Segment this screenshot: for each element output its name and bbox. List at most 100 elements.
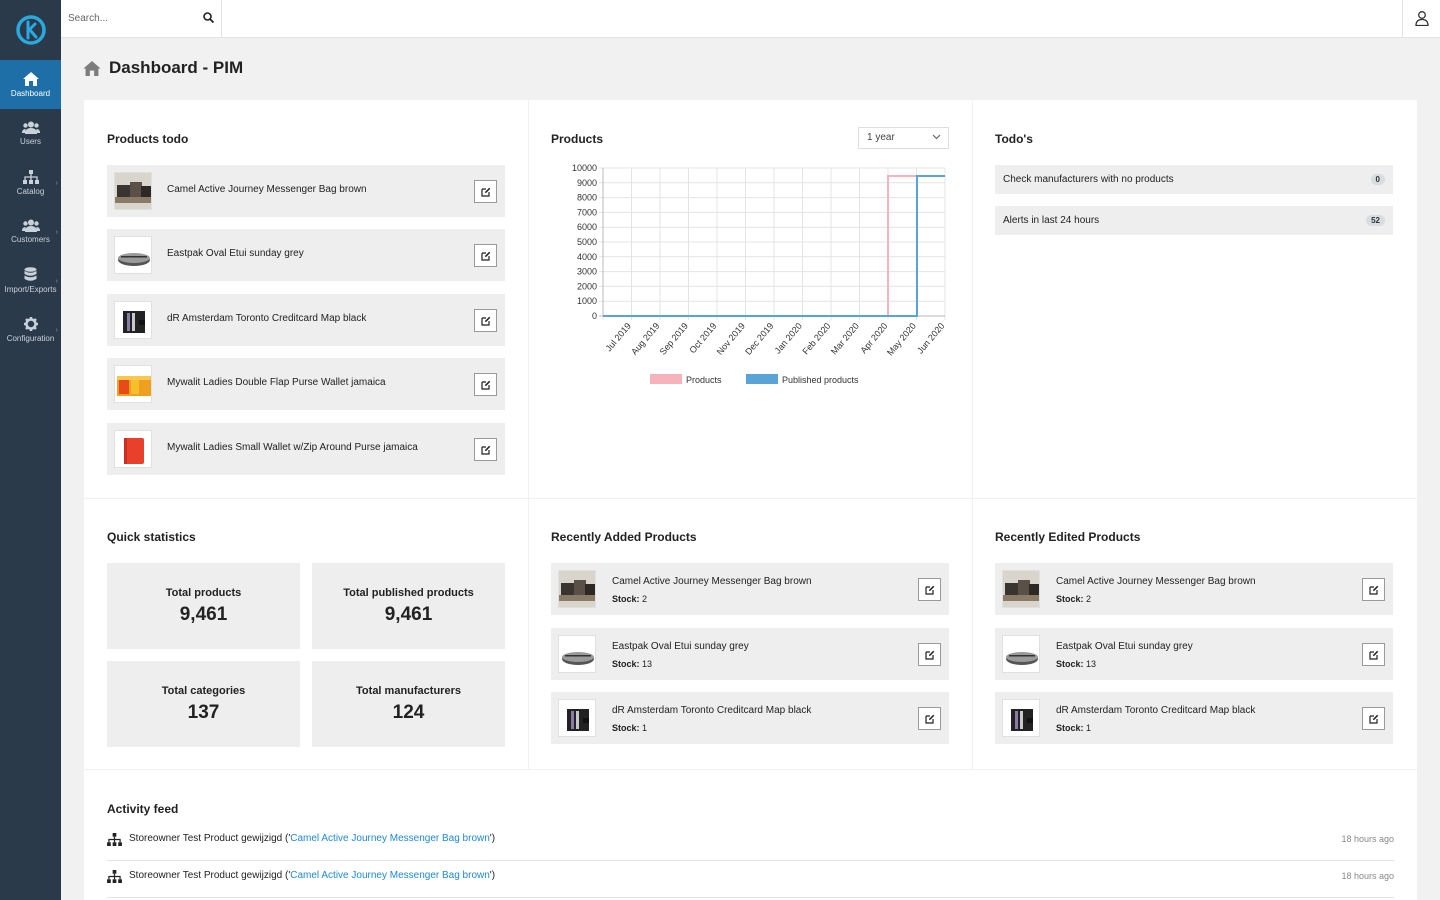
- chevron-right-icon: ›: [55, 229, 58, 236]
- activity-feed-title: Activity feed: [107, 802, 179, 816]
- x-tick-label: Sep 2019: [658, 321, 690, 357]
- stat-total-categories: Total categories 137: [107, 661, 300, 747]
- user-menu-button[interactable]: [1402, 0, 1440, 37]
- panel-title: Products todo: [107, 132, 189, 146]
- sidebar-item-import-exports[interactable]: Import/Exports ›: [0, 256, 61, 305]
- pencil-case-image: [115, 237, 151, 273]
- edit-button[interactable]: [474, 309, 497, 332]
- edit-button[interactable]: [474, 373, 497, 396]
- sidebar-item-users[interactable]: Users: [0, 109, 61, 158]
- stock-info: Stock: 1: [1056, 723, 1091, 733]
- stat-total-products: Total products 9,461: [107, 563, 300, 649]
- stock-label: Stock:: [1056, 594, 1084, 604]
- product-thumbnail: [1002, 699, 1040, 737]
- sidebar-item-label: Configuration: [6, 333, 55, 343]
- legend-label: Published products: [782, 375, 859, 385]
- sidebar-item-catalog[interactable]: Catalog ›: [0, 158, 61, 207]
- products-chart: 0 1000 2000 3000 4000 5000 6000 7000 8000 9000 100…: [572, 163, 947, 385]
- x-tick-label: Mar 2020: [829, 321, 861, 357]
- topbar: [61, 0, 1440, 38]
- y-tick-label: 6000: [577, 222, 597, 232]
- list-item: Mywalit Ladies Small Wallet w/Zip Around…: [107, 423, 505, 475]
- edit-icon: [924, 585, 934, 595]
- activity-row: Storeowner Test Product gewijzigd ('Came…: [107, 862, 1394, 898]
- list-item: Eastpak Oval Etui sunday grey Stock: 13: [551, 628, 949, 680]
- wallet-image: [559, 700, 595, 736]
- activity-row: Storeowner Test Product gewijzigd ('Came…: [107, 825, 1394, 861]
- y-tick-label: 7000: [577, 207, 597, 217]
- product-thumbnail: [558, 635, 596, 673]
- stock-label: Stock:: [1056, 723, 1084, 733]
- product-link[interactable]: Camel Active Journey Messenger Bag brown: [290, 870, 490, 881]
- page-title: Dashboard - PIM: [83, 58, 243, 78]
- stock-label: Stock:: [1056, 659, 1084, 669]
- edit-button[interactable]: [1362, 643, 1385, 666]
- edit-button[interactable]: [1362, 707, 1385, 730]
- edit-icon: [924, 650, 934, 660]
- edit-button[interactable]: [918, 643, 941, 666]
- list-item: dR Amsterdam Toronto Creditcard Map blac…: [995, 692, 1393, 744]
- product-name: dR Amsterdam Toronto Creditcard Map blac…: [167, 313, 367, 324]
- edit-button[interactable]: [918, 578, 941, 601]
- y-tick-label: 9000: [577, 178, 597, 188]
- edit-button[interactable]: [474, 244, 497, 267]
- x-tick-label: Dec 2019: [743, 321, 775, 357]
- y-tick-label: 4000: [577, 252, 597, 262]
- range-select[interactable]: 1 year: [858, 127, 949, 149]
- list-item: Eastpak Oval Etui sunday grey Stock: 13: [995, 628, 1393, 680]
- sidebar-item-customers[interactable]: Customers ›: [0, 207, 61, 256]
- edit-icon: [1368, 585, 1378, 595]
- list-item: dR Amsterdam Toronto Creditcard Map blac…: [107, 294, 505, 346]
- edit-icon: [480, 251, 490, 261]
- gear-icon: [23, 316, 38, 331]
- stat-total-manufacturers: Total manufacturers 124: [312, 661, 505, 747]
- sidebar-item-configuration[interactable]: Configuration ›: [0, 305, 61, 354]
- x-tick-label: Jan 2020: [773, 321, 804, 356]
- y-tick-label: 10000: [572, 163, 597, 173]
- chevron-right-icon: ›: [55, 180, 58, 187]
- wallet-image: [1003, 700, 1039, 736]
- stat-label: Total products: [165, 586, 242, 599]
- todo-item[interactable]: Alerts in last 24 hours 52: [995, 206, 1393, 235]
- search-input[interactable]: [61, 0, 191, 36]
- product-name: Eastpak Oval Etui sunday grey: [167, 248, 304, 259]
- product-link[interactable]: Camel Active Journey Messenger Bag brown: [290, 833, 490, 844]
- stock-label: Stock:: [612, 659, 640, 669]
- sidebar-item-dashboard[interactable]: Dashboard: [0, 60, 61, 109]
- stat-value: 124: [392, 701, 425, 723]
- stock-value: 1: [642, 723, 648, 733]
- todo-label: Check manufacturers with no products: [1003, 174, 1174, 185]
- product-thumbnail: [114, 301, 152, 339]
- y-tick-label: 8000: [577, 193, 597, 203]
- home-icon: [83, 60, 101, 76]
- product-name: Eastpak Oval Etui sunday grey: [1056, 641, 1193, 652]
- brand-logo[interactable]: [0, 0, 61, 60]
- panel-title: Todo's: [995, 132, 1033, 146]
- panel-title: Recently Added Products: [551, 530, 697, 544]
- products-chart-panel: Products 1 year 0 1000 2000 3000 4000 5000 600…: [529, 100, 972, 498]
- wallet-image: [115, 431, 151, 467]
- pencil-case-image: [559, 636, 595, 672]
- y-tick-label: 5000: [577, 237, 597, 247]
- stock-info: Stock: 13: [1056, 659, 1096, 669]
- edit-button[interactable]: [474, 438, 497, 461]
- edit-icon: [1368, 714, 1378, 724]
- product-name: Camel Active Journey Messenger Bag brown: [1056, 576, 1256, 587]
- activity-time: 18 hours ago: [1341, 834, 1394, 844]
- database-icon: [24, 267, 37, 281]
- product-thumbnail: [114, 365, 152, 403]
- stock-info: Stock: 13: [612, 659, 652, 669]
- sidebar-item-label: Customers: [11, 235, 50, 244]
- product-name: Eastpak Oval Etui sunday grey: [612, 641, 749, 652]
- search-icon[interactable]: [203, 12, 214, 23]
- list-item: Mywalit Ladies Double Flap Purse Wallet …: [107, 358, 505, 410]
- edit-button[interactable]: [918, 707, 941, 730]
- product-thumbnail: [1002, 570, 1040, 608]
- pencil-case-image: [1003, 636, 1039, 672]
- todo-item[interactable]: Check manufacturers with no products 0: [995, 165, 1393, 194]
- edit-button[interactable]: [474, 180, 497, 203]
- activity-description: Storeowner Test Product gewijzigd (': [129, 833, 291, 844]
- edit-button[interactable]: [1362, 578, 1385, 601]
- y-tick-label: 1000: [577, 296, 597, 306]
- panel-title: Quick statistics: [107, 530, 196, 544]
